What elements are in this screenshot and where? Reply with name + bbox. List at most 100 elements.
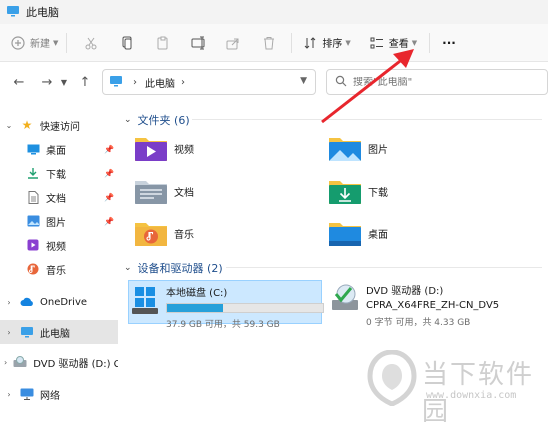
- folder-item-documents[interactable]: 文档: [134, 177, 194, 205]
- folders-group-header[interactable]: ⌄ 文件夹 (6): [124, 112, 190, 128]
- group-title: 设备和驱动器 (2): [137, 262, 223, 275]
- folder-item-music[interactable]: 音乐: [134, 219, 194, 247]
- sidebar-item-onedrive[interactable]: › OneDrive: [0, 290, 118, 314]
- sort-button[interactable]: 排序 ▼: [302, 30, 351, 56]
- sidebar-item-dvd-drive[interactable]: › DVD 驱动器 (D:) CI: [0, 350, 118, 374]
- group-divider: [192, 119, 542, 120]
- copy-button[interactable]: [119, 30, 135, 56]
- drive-usage-fill: [167, 304, 224, 312]
- sidebar-item-label: DVD 驱动器 (D:) CI: [33, 358, 118, 370]
- chevron-down-icon[interactable]: ⌄: [124, 263, 132, 273]
- network-icon: [20, 387, 34, 401]
- command-bar: 新建 ▼ 排序 ▼ 查看 ▼ ···: [0, 24, 548, 62]
- sidebar-item-downloads[interactable]: 下载 📌: [0, 161, 118, 185]
- sidebar-item-network[interactable]: › 网络: [0, 382, 118, 406]
- chevron-down-icon: ▼: [345, 38, 351, 47]
- sidebar-item-label: 视频: [46, 241, 66, 253]
- chevron-right-icon[interactable]: ›: [4, 358, 7, 367]
- pin-icon[interactable]: 📌: [104, 193, 114, 202]
- drive-info: DVD 驱动器 (D:) CPRA_X64FRE_ZH-CN_DV5 0 字节 …: [366, 282, 499, 328]
- pin-icon[interactable]: 📌: [104, 217, 114, 226]
- folder-name: 下载: [368, 187, 388, 199]
- desktop-icon: [26, 142, 40, 156]
- group-title: 文件夹 (6): [137, 114, 190, 127]
- paste-button[interactable]: [155, 30, 171, 56]
- cut-button[interactable]: [83, 30, 99, 56]
- folder-item-videos[interactable]: 视频: [134, 134, 194, 162]
- recent-locations-button[interactable]: ▼: [58, 71, 70, 93]
- arrow-up-icon: ↑: [79, 74, 91, 90]
- folder-name: 图片: [368, 144, 388, 156]
- chevron-down-icon[interactable]: ⌄: [4, 121, 14, 130]
- chevron-down-icon: ▼: [411, 38, 418, 47]
- breadcrumb[interactable]: 此电脑: [145, 75, 175, 90]
- watermark-url: www.downxia.com: [426, 390, 517, 401]
- drive-name: DVD 驱动器 (D:): [366, 286, 444, 297]
- more-options-button[interactable]: ···: [442, 30, 456, 56]
- navigation-pane: ⌄ ★ 快速访问 桌面 📌 下载 📌 文档 📌 图片 📌 视频 音乐 › One…: [0, 108, 118, 422]
- search-box[interactable]: [326, 69, 548, 95]
- sidebar-item-videos[interactable]: 视频: [0, 233, 118, 257]
- rename-button[interactable]: [191, 30, 207, 56]
- forward-button[interactable]: →: [36, 71, 58, 93]
- watermark: 当下软件园 www.downxia.com: [366, 350, 548, 422]
- arrow-left-icon: ←: [13, 74, 25, 90]
- chevron-right-icon[interactable]: ›: [4, 328, 14, 337]
- plus-circle-icon: [10, 35, 26, 51]
- picture-folder-icon: [329, 138, 361, 161]
- download-icon: [26, 166, 40, 180]
- sidebar-item-pictures[interactable]: 图片 📌: [0, 209, 118, 233]
- sidebar-item-label: 下载: [46, 169, 66, 181]
- back-button[interactable]: ←: [8, 71, 30, 93]
- dvd-install-icon: [332, 284, 358, 310]
- document-icon: [26, 190, 40, 204]
- desktop-folder-icon: [329, 223, 361, 246]
- folder-item-downloads[interactable]: 下载: [328, 177, 388, 205]
- delete-button[interactable]: [261, 30, 277, 56]
- pin-icon[interactable]: 📌: [104, 145, 114, 154]
- chevron-down-icon[interactable]: ▼: [300, 76, 307, 86]
- music-folder-icon: [135, 223, 167, 246]
- sidebar-item-music[interactable]: 音乐: [0, 257, 118, 281]
- sidebar-item-label: 音乐: [46, 265, 66, 277]
- windows-drive-icon: [132, 287, 158, 314]
- sidebar-item-desktop[interactable]: 桌面 📌: [0, 137, 118, 161]
- search-input[interactable]: [353, 76, 533, 88]
- view-label: 查看: [388, 39, 409, 50]
- breadcrumb-chevron-icon[interactable]: ›: [133, 77, 137, 88]
- document-folder-icon: [135, 181, 167, 204]
- pin-icon[interactable]: 📌: [104, 169, 114, 178]
- computer-icon: [6, 5, 20, 20]
- breadcrumb-chevron-icon[interactable]: ›: [181, 77, 185, 88]
- drive-item-c[interactable]: 本地磁盘 (C:) 37.9 GB 可用，共 59.3 GB: [132, 284, 324, 330]
- divider: [429, 32, 431, 53]
- trash-icon: [261, 35, 277, 51]
- drive-item-dvd[interactable]: DVD 驱动器 (D:) CPRA_X64FRE_ZH-CN_DV5 0 字节 …: [332, 282, 499, 328]
- chevron-down-icon[interactable]: ⌄: [124, 115, 132, 125]
- address-bar[interactable]: › 此电脑 › ▼: [102, 69, 316, 95]
- up-button[interactable]: ↑: [74, 71, 96, 93]
- folder-item-desktop[interactable]: 桌面: [328, 219, 388, 247]
- sort-icon: [302, 35, 318, 51]
- star-icon: ★: [21, 118, 33, 132]
- view-button[interactable]: 查看 ▼: [369, 30, 417, 56]
- folder-name: 桌面: [368, 229, 388, 241]
- drives-group-header[interactable]: ⌄ 设备和驱动器 (2): [124, 260, 223, 276]
- chevron-right-icon[interactable]: ›: [4, 298, 14, 307]
- share-button[interactable]: [225, 30, 241, 56]
- drive-name: 本地磁盘 (C:): [166, 288, 228, 299]
- drive-capacity: 37.9 GB 可用，共 59.3 GB: [166, 320, 280, 330]
- sidebar-item-this-pc[interactable]: › 此电脑: [0, 320, 118, 344]
- chevron-down-icon: ▼: [53, 38, 59, 47]
- sidebar-item-label: 快速访问: [40, 121, 80, 133]
- sidebar-item-documents[interactable]: 文档 📌: [0, 185, 118, 209]
- folder-item-pictures[interactable]: 图片: [328, 134, 388, 162]
- navigation-bar: ← → ▼ ↑ › 此电脑 › ▼: [0, 62, 548, 102]
- sidebar-item-label: 文档: [46, 193, 66, 205]
- drive-usage-bar: [166, 303, 324, 313]
- new-button[interactable]: 新建 ▼: [10, 30, 58, 56]
- computer-icon: [20, 325, 34, 339]
- sidebar-item-quick-access[interactable]: ⌄ ★ 快速访问: [0, 113, 118, 137]
- video-folder-icon: [135, 138, 167, 161]
- chevron-right-icon[interactable]: ›: [4, 390, 14, 399]
